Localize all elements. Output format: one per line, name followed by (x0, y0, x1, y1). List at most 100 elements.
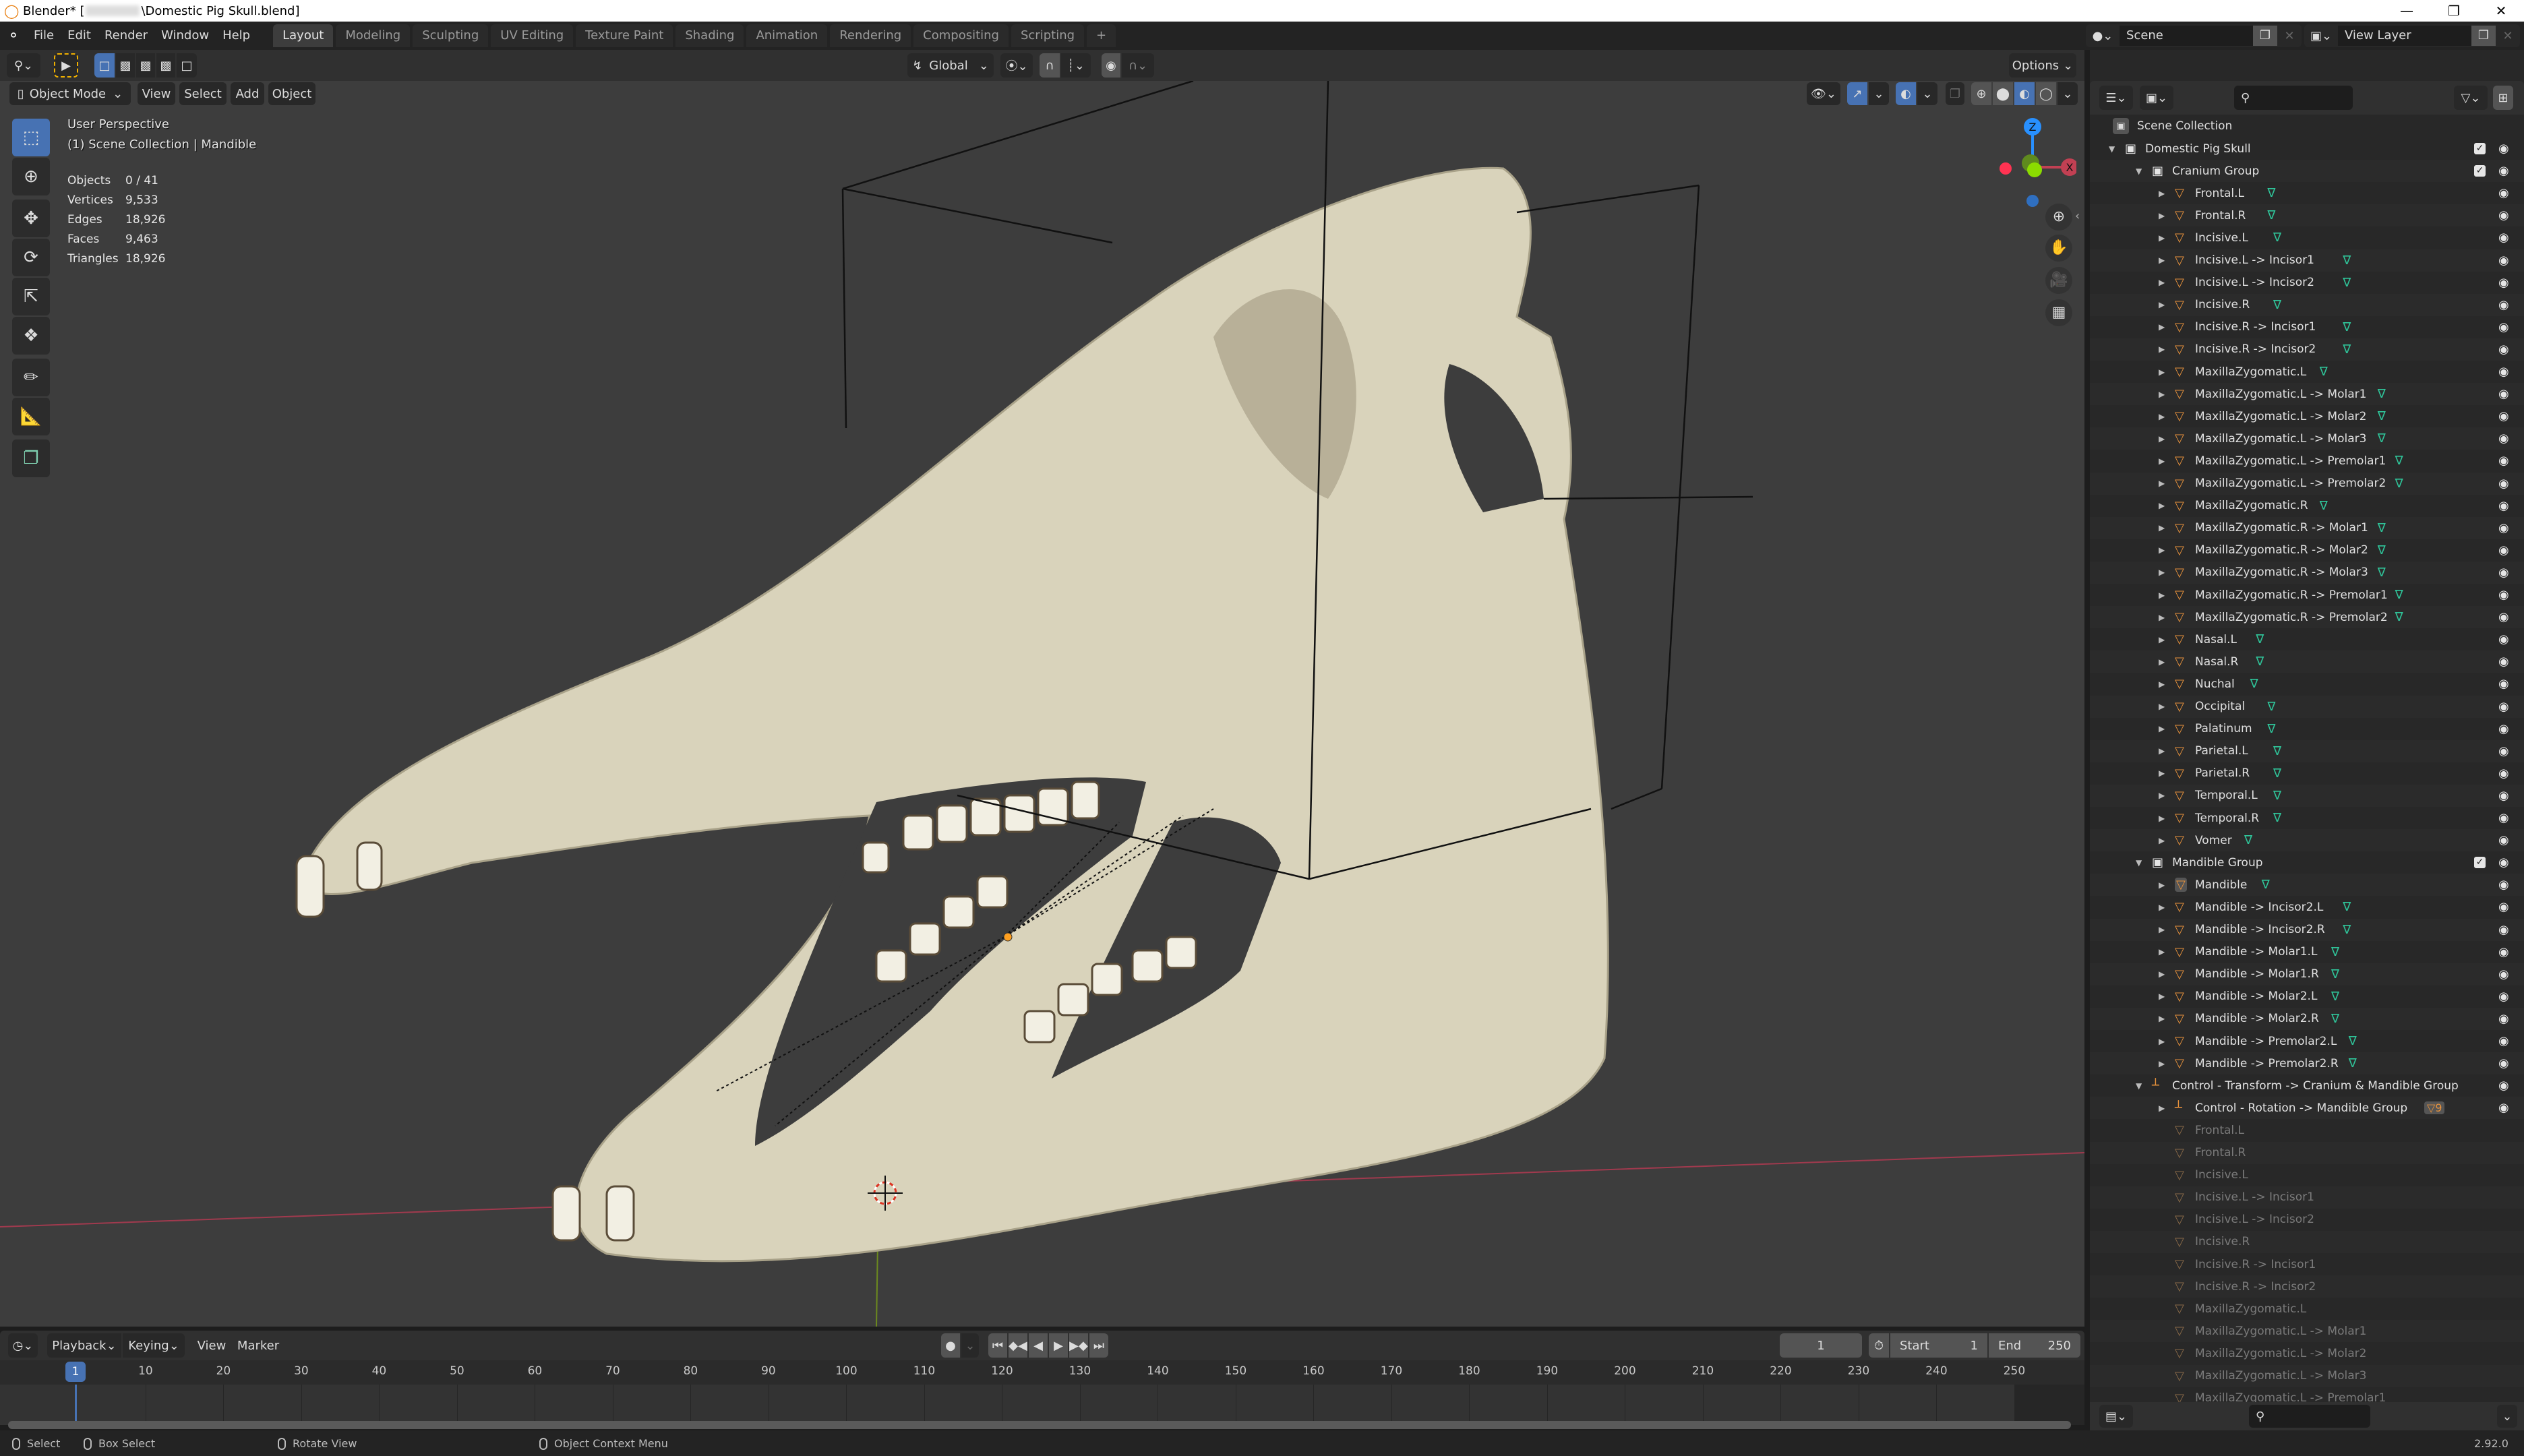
outliner-object-row[interactable]: ▶ ▽ Vomer ∇ ◉ (2090, 829, 2524, 852)
visibility-eye-icon[interactable]: ◉ (2498, 766, 2509, 781)
visibility-eye-icon[interactable]: ◉ (2498, 811, 2509, 825)
mesh-data-icon[interactable]: ∇ (2320, 499, 2328, 513)
add-workspace-button[interactable]: + (1087, 24, 1116, 47)
expand-arrow-right-icon[interactable]: ▶ (2159, 568, 2165, 577)
expand-arrow-right-icon[interactable]: ▶ (2159, 590, 2165, 600)
pan-view-button[interactable]: ✋ (2045, 235, 2072, 262)
visibility-eye-icon[interactable]: ◉ (2498, 164, 2509, 178)
zoom-view-button[interactable]: ⊕ (2045, 204, 2072, 231)
outliner-object-row[interactable]: ▶ ▽ Incisive.R -> Incisor2 ∇ ◉ (2090, 338, 2524, 361)
timeline-ruler[interactable]: 10 20 30 40 50 60 70 80 90 100 110 120 130 140 150 160 1… (0, 1360, 2084, 1385)
expand-arrow-right-icon[interactable]: ▶ (2159, 925, 2165, 934)
outliner-object-row[interactable]: ▶ ▽ MaxillaZygomatic.R -> Molar3 ∇ ◉ (2090, 561, 2524, 584)
mesh-data-icon[interactable]: ∇ (2256, 632, 2264, 646)
visibility-eye-icon[interactable]: ◉ (2498, 253, 2509, 268)
expand-arrow-right-icon[interactable]: ▶ (2159, 233, 2165, 243)
mesh-data-icon[interactable]: ∇ (2273, 789, 2281, 803)
timeline-marker-menu[interactable]: Marker (235, 1333, 282, 1358)
outliner-collection-row[interactable]: ▼ ▣ Cranium Group ✓ ◉ (2090, 160, 2524, 183)
outliner-object-row[interactable]: ▶ ▽ Incisive.R ∇ ◉ (2090, 293, 2524, 316)
mesh-data-icon[interactable]: ∇ (2267, 208, 2275, 222)
outliner-object-row[interactable]: ▶ ▽ Incisive.L -> Incisor2 ∇ ◉ (2090, 271, 2524, 294)
outliner-object-row[interactable]: ▽ MaxillaZygomatic.L -> Molar3 (2090, 1364, 2524, 1387)
mesh-data-icon[interactable]: ∇ (2378, 543, 2386, 557)
visibility-eye-icon[interactable]: ◉ (2498, 231, 2509, 245)
select-mode-new[interactable]: □ (94, 53, 115, 78)
scene-collection-row[interactable]: ▣ Scene Collection (2090, 115, 2524, 138)
filter-dropdown[interactable]: ▽⌄ (2454, 86, 2488, 110)
snap-target-dropdown[interactable]: ┊⌄ (1061, 53, 1091, 78)
visibility-eye-icon[interactable]: ◉ (2498, 990, 2509, 1004)
outliner-object-row[interactable]: ▶ ▽ Mandible -> Molar1.L ∇ ◉ (2090, 940, 2524, 963)
visibility-eye-icon[interactable]: ◉ (2498, 855, 2509, 870)
transform-orientation-dropdown[interactable]: ↯ Global ⌄ (907, 53, 994, 78)
expand-arrow-right-icon[interactable]: ▶ (2159, 1103, 2165, 1113)
visibility-eye-icon[interactable]: ◉ (2498, 142, 2509, 156)
visibility-eye-icon[interactable]: ◉ (2498, 342, 2509, 357)
mesh-data-icon[interactable]: ∇ (2349, 1034, 2357, 1048)
view-layer-filter-dropdown[interactable]: ▣⌄ (2140, 86, 2173, 110)
workspace-tab-sculpting[interactable]: Sculpting (413, 24, 489, 47)
transform-tool[interactable]: ❖ (12, 317, 50, 355)
mesh-data-icon[interactable]: ∇ (2378, 387, 2386, 401)
navigation-gizmo[interactable]: Z X (1982, 115, 2076, 209)
expand-arrow-right-icon[interactable]: ▶ (2159, 390, 2165, 399)
visibility-eye-icon[interactable]: ◉ (2498, 677, 2509, 691)
expand-arrow-down-icon[interactable]: ▼ (2109, 144, 2115, 154)
expand-arrow-right-icon[interactable]: ▶ (2159, 412, 2165, 421)
outliner-object-row[interactable]: ▶ ▽ Parietal.L ∇ ◉ (2090, 739, 2524, 762)
workspace-tab-uv-editing[interactable]: UV Editing (491, 24, 574, 47)
visibility-eye-icon[interactable]: ◉ (2498, 610, 2509, 624)
playback-menu[interactable]: Playback ⌄ (47, 1333, 121, 1358)
visibility-eye-icon[interactable]: ◉ (2498, 1056, 2509, 1070)
exclude-checkbox[interactable]: ✓ (2474, 857, 2486, 869)
footer-search-input[interactable]: ⚲ (2249, 1405, 2370, 1428)
outliner-object-row[interactable]: ▼ ┴ Control - Transform -> Cranium & Mandi… (2090, 1074, 2524, 1097)
expand-arrow-right-icon[interactable]: ▶ (2159, 814, 2165, 823)
timeline-track-area[interactable] (0, 1385, 2084, 1426)
outliner-object-row[interactable]: ▶ ▽ Mandible -> Incisor2.R ∇ ◉ (2090, 918, 2524, 941)
footer-expand-button[interactable]: ⌄ (2497, 1405, 2517, 1428)
expand-arrow-right-icon[interactable]: ▶ (2159, 545, 2165, 555)
select-mode-extend[interactable]: ▩ (116, 53, 135, 78)
outliner-object-row[interactable]: ▽ MaxillaZygomatic.L (2090, 1298, 2524, 1321)
mesh-data-icon[interactable]: ∇ (2273, 231, 2281, 245)
outliner-object-row[interactable]: ▽ Incisive.R (2090, 1230, 2524, 1253)
proportional-edit-toggle[interactable]: ◉ (1102, 53, 1120, 78)
visibility-eye-icon[interactable]: ◉ (2498, 477, 2509, 491)
options-dropdown[interactable]: Options ⌄ (2009, 53, 2076, 78)
auto-keying-dropdown[interactable]: ⌄ (961, 1333, 979, 1358)
outliner-search-input[interactable]: ⚲ (2234, 86, 2353, 110)
new-view-layer-icon[interactable]: ❐ (2471, 26, 2496, 46)
workspace-tab-animation[interactable]: Animation (746, 24, 828, 47)
outliner-object-row[interactable]: ▶ ▽ Incisive.R -> Incisor1 ∇ ◉ (2090, 315, 2524, 338)
workspace-tab-modeling[interactable]: Modeling (336, 24, 411, 47)
visibility-eye-icon[interactable]: ◉ (2498, 543, 2509, 557)
play-reverse-button[interactable]: ◀ (1029, 1333, 1048, 1358)
visibility-eye-icon[interactable]: ◉ (2498, 900, 2509, 914)
outliner-object-row[interactable]: ▶ ▽ MaxillaZygomatic.L -> Premolar2 ∇ ◉ (2090, 472, 2524, 495)
tool-settings-button[interactable]: ⚲⌄ (7, 53, 40, 78)
menu-render[interactable]: Render (98, 24, 154, 47)
outliner-object-row[interactable]: ▶ ▽ Mandible ∇ ◉ (2090, 874, 2524, 897)
outliner-collection-row[interactable]: ▼ ▣ Mandible Group ✓ ◉ (2090, 851, 2524, 874)
preview-range-toggle[interactable]: ⏱ (1869, 1333, 1889, 1358)
workspace-tab-scripting[interactable]: Scripting (1011, 24, 1085, 47)
visibility-eye-icon[interactable]: ◉ (2498, 967, 2509, 981)
mesh-data-icon[interactable]: ∇ (2273, 811, 2281, 825)
outliner-object-row[interactable]: ▶ ▽ Occipital ∇ ◉ (2090, 695, 2524, 718)
new-collection-button[interactable]: ⊞ (2493, 86, 2513, 110)
outliner-object-row[interactable]: ▶ ▽ MaxillaZygomatic.R -> Molar2 ∇ ◉ (2090, 539, 2524, 562)
outliner-object-row[interactable]: ▶ ▽ Frontal.L ∇ ◉ (2090, 182, 2524, 205)
visibility-eye-icon[interactable]: ◉ (2498, 431, 2509, 446)
timeline-view-menu[interactable]: View (193, 1333, 231, 1358)
expand-arrow-right-icon[interactable]: ▶ (2159, 344, 2165, 354)
expand-arrow-right-icon[interactable]: ▶ (2159, 189, 2165, 198)
mesh-data-icon[interactable]: ∇ (2349, 1056, 2357, 1070)
expand-arrow-right-icon[interactable]: ▶ (2159, 456, 2165, 466)
mesh-data-icon[interactable]: ∇ (2331, 1012, 2339, 1026)
visibility-eye-icon[interactable]: ◉ (2498, 923, 2509, 937)
outliner-object-row[interactable]: ▶ ▽ Nasal.L ∇ ◉ (2090, 628, 2524, 651)
scene-selector[interactable]: ●⌄ Scene ❐ ✕ (2086, 24, 2302, 47)
expand-arrow-right-icon[interactable]: ▶ (2159, 969, 2165, 979)
